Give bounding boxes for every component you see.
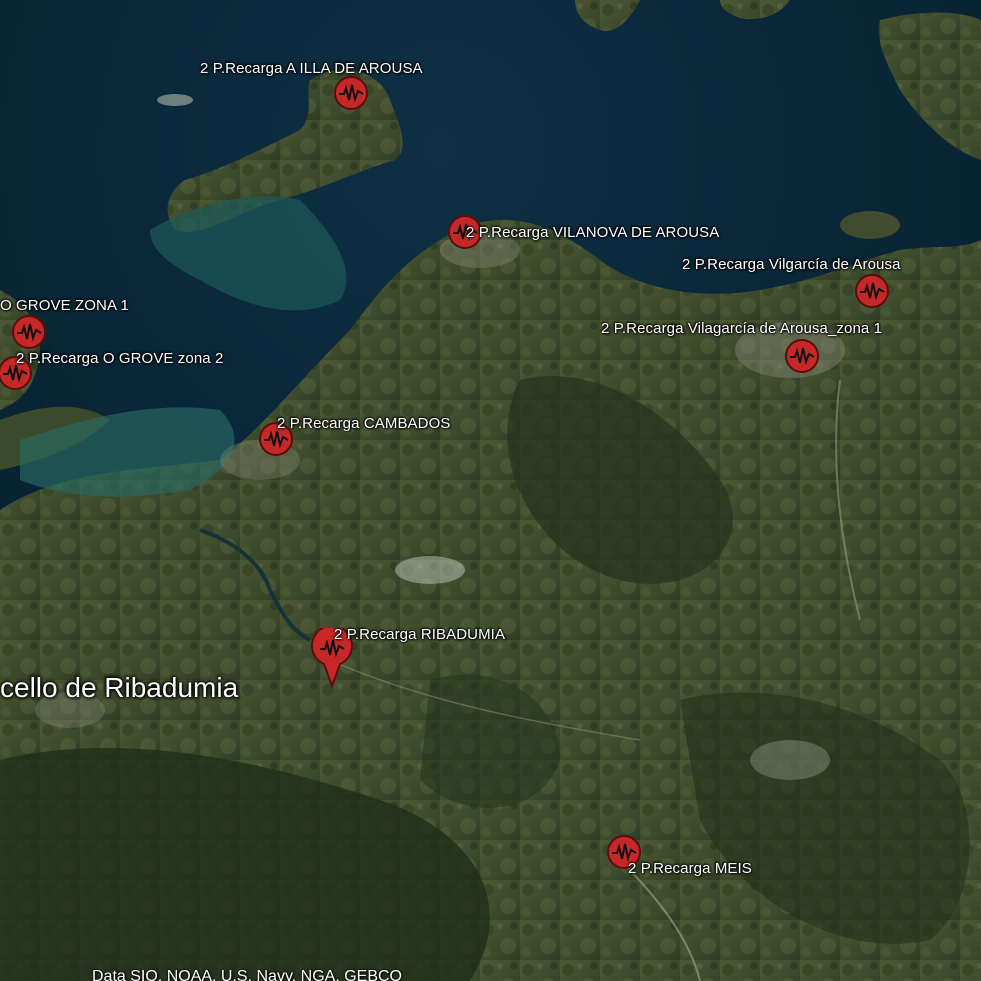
charging-station-icon[interactable] bbox=[11, 314, 47, 350]
marker-label: 2 P.Recarga VILANOVA DE AROUSA bbox=[466, 224, 720, 241]
marker-label: O GROVE ZONA 1 bbox=[0, 297, 129, 314]
marker-label: 2 P.Recarga MEIS bbox=[628, 860, 752, 877]
charging-station-icon[interactable] bbox=[854, 273, 890, 309]
charging-station-icon[interactable] bbox=[333, 75, 369, 111]
marker-label: 2 P.Recarga O GROVE zona 2 bbox=[16, 350, 224, 367]
charging-station-icon[interactable] bbox=[784, 338, 820, 374]
marker-label: 2 P.Recarga CAMBADOS bbox=[277, 415, 451, 432]
marker-label: 2 P.Recarga RIBADUMIA bbox=[334, 626, 506, 643]
marker-label: 2 P.Recarga A ILLA DE AROUSA bbox=[200, 60, 423, 77]
map-attribution: Data SIO, NOAA, U.S. Navy, NGA, GEBCO bbox=[92, 968, 402, 981]
satellite-map[interactable]: 2 P.Recarga A ILLA DE AROUSA 2 P.Recarga… bbox=[0, 0, 981, 981]
marker-label: 2 P.Recarga Vilgarcía de Arousa bbox=[682, 256, 901, 273]
satellite-imagery bbox=[0, 0, 981, 981]
marker-label: 2 P.Recarga Vilagarcía de Arousa_zona 1 bbox=[601, 320, 883, 337]
place-name-label: cello de Ribadumia bbox=[0, 672, 239, 703]
